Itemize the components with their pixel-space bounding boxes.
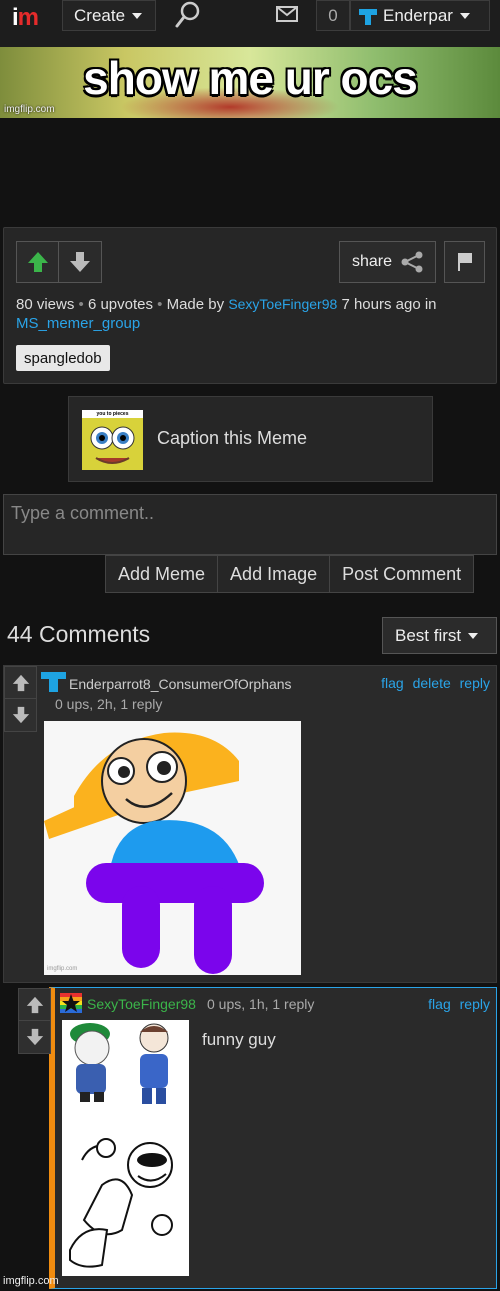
create-menu-button[interactable]: Create [62, 0, 156, 31]
delete-link[interactable]: delete [413, 675, 451, 691]
comment-upvote-button[interactable] [19, 989, 50, 1021]
arrow-up-icon [12, 674, 29, 691]
flag-icon [457, 253, 472, 271]
comment-upvote-button[interactable] [5, 667, 36, 699]
upvote-count: 6 upvotes [87, 296, 153, 313]
sort-dropdown[interactable]: Best first [382, 617, 497, 654]
vote-buttons [16, 241, 102, 283]
comment-text: funny guy [202, 1030, 276, 1049]
share-label: share [352, 253, 393, 270]
caption-label: Caption this Meme [157, 428, 308, 448]
comment-vote-column [18, 988, 51, 1054]
made-by-label: Made by [166, 296, 225, 313]
tag-chip[interactable]: spangledob [16, 345, 110, 371]
image-watermark: imgflip.com [47, 966, 78, 972]
comments-count: 44 Comments [7, 621, 151, 647]
rainbow-star-avatar-icon [60, 993, 82, 1013]
view-count: 80 views [16, 296, 75, 313]
arrow-down-icon [70, 252, 90, 272]
notification-count[interactable]: 0 [316, 0, 350, 31]
username: Enderpar [383, 5, 453, 25]
mail-icon[interactable] [276, 6, 298, 22]
image-watermark: imgflip.com [4, 104, 55, 115]
top-nav: im Create 0 Enderpar [0, 0, 500, 47]
flag-link[interactable]: flag [381, 675, 404, 691]
add-image-button[interactable]: Add Image [218, 555, 331, 593]
sort-label: Best first [395, 625, 462, 645]
share-icon [401, 251, 423, 273]
thumbnail-caption: you to pieces [96, 411, 129, 417]
comment-actions: flag delete reply [376, 675, 490, 691]
user-avatar-icon [41, 672, 66, 692]
downvote-button[interactable] [59, 242, 101, 282]
comment-vote-column [4, 666, 37, 732]
template-thumbnail: you to pieces [82, 410, 143, 470]
meme-image[interactable]: show me ur ocs imgflip.com [0, 47, 500, 118]
arrow-up-icon [27, 252, 48, 272]
author-link[interactable]: SexyToeFinger98 [228, 296, 337, 312]
comment-actions: flag reply [423, 996, 490, 1012]
imgflip-logo[interactable]: im [12, 4, 39, 32]
reply-link[interactable]: reply [460, 675, 490, 691]
user-avatar-icon [359, 8, 377, 25]
post-info-panel: share 80 views • 6 upvotes • Made by Sex… [3, 227, 497, 384]
user-menu-button[interactable]: Enderpar [350, 0, 490, 31]
post-comment-button[interactable]: Post Comment [330, 555, 475, 593]
meme-caption: show me ur ocs [83, 52, 418, 104]
chevron-down-icon [459, 12, 470, 19]
comment-author[interactable]: Enderparrot8_ConsumerOfOrphans [69, 676, 292, 692]
create-label: Create [74, 5, 126, 25]
stream-link[interactable]: MS_memer_group [16, 315, 140, 332]
share-button[interactable]: share [339, 241, 436, 283]
chevron-down-icon [132, 12, 143, 19]
arrow-down-icon [26, 1028, 43, 1046]
plush-and-sketch-illustration [69, 1023, 173, 1268]
comment-reply: SexyToeFinger98 0 ups, 1h, 1 reply flag … [18, 987, 497, 1289]
comment-image[interactable] [62, 1020, 189, 1276]
comment-image[interactable]: imgflip.com [44, 721, 301, 975]
drawn-character-illustration [44, 732, 264, 974]
post-time: 7 hours ago in [341, 296, 437, 313]
flag-button[interactable] [444, 241, 485, 283]
comment-author[interactable]: SexyToeFinger98 [87, 996, 196, 1012]
add-meme-button[interactable]: Add Meme [105, 555, 219, 593]
chevron-down-icon [468, 632, 479, 639]
comment-stats: 0 ups, 2h, 1 reply [55, 696, 163, 712]
search-icon[interactable] [175, 1, 201, 29]
comment-downvote-button[interactable] [5, 699, 36, 731]
flag-link[interactable]: flag [428, 996, 451, 1012]
arrow-up-icon [26, 996, 43, 1013]
post-meta: 80 views • 6 upvotes • Made by SexyToeFi… [16, 296, 437, 332]
spongebob-thumbnail-icon [82, 418, 143, 470]
comment-stats: 0 ups, 1h, 1 reply [207, 996, 315, 1012]
comment: Enderparrot8_ConsumerOfOrphans flag dele… [3, 665, 497, 983]
page-watermark: imgflip.com [3, 1275, 59, 1287]
comment-input[interactable]: Type a comment.. [3, 494, 497, 555]
arrow-down-icon [12, 706, 29, 724]
caption-this-meme-button[interactable]: you to pieces Caption this Meme [68, 396, 433, 482]
upvote-button[interactable] [17, 242, 59, 282]
comment-form-buttons: Add Meme Add Image Post Comment [105, 555, 475, 593]
reply-link[interactable]: reply [460, 996, 490, 1012]
comment-downvote-button[interactable] [19, 1021, 50, 1053]
